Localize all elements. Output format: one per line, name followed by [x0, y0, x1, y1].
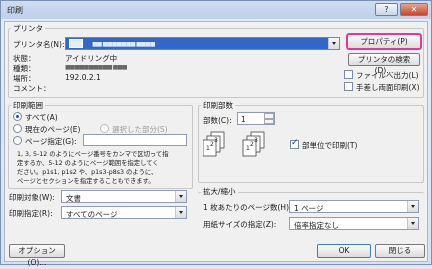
range-pages-radio[interactable] — [13, 136, 22, 145]
status-value: アイドリング中 — [65, 54, 118, 63]
print-what-select[interactable]: 文書 — [61, 190, 187, 203]
printer-name-select[interactable]: ■■ ■■■■■■■ ■■■■ — [65, 37, 340, 50]
printer-group-label: プリンタ — [11, 23, 45, 34]
options-button[interactable]: オプション(O)... — [9, 244, 65, 267]
scale-label: 用紙サイズの指定(Z): — [203, 220, 277, 229]
copies-value: 1 — [241, 115, 246, 124]
copies-group-label: 印刷部数 — [201, 100, 235, 111]
range-all-label: すべて(A) — [25, 113, 58, 122]
printer-name-value: ■■ ■■■■■■■ ■■■■ — [92, 41, 156, 48]
collate-checkbox[interactable] — [290, 138, 299, 149]
range-current-label: 現在のページ(E) — [25, 125, 81, 134]
window-title: 印刷 — [7, 6, 23, 15]
pages-per-sheet-label: 1 枚あたりのページ数(H): — [203, 203, 292, 212]
range-help-text-3: ださい。p1s1, p1s2 や、p1s3-p8s3 のように、 — [17, 169, 158, 176]
copies-input[interactable]: 1 — [237, 112, 275, 125]
chevron-down-icon[interactable] — [328, 38, 339, 49]
manual-duplex-checkbox[interactable] — [344, 82, 353, 91]
spin-down-icon[interactable] — [264, 118, 274, 124]
page-range-input[interactable] — [83, 134, 187, 146]
range-help-text-2: 定するか、5-12 のようにページ範囲を指定してく — [17, 160, 159, 167]
range-all-radio[interactable] — [13, 112, 22, 121]
page-range-group-label: 印刷範囲 — [11, 100, 45, 111]
dialog-content: プリンタ プリンタ名(N): ■■ ■■■■■■■ ■■■■ 状態： アイドリン… — [4, 21, 428, 267]
print-option-value: すべてのページ — [66, 210, 118, 219]
printer-icon — [69, 39, 83, 48]
properties-button[interactable]: プロパティ(P) — [346, 33, 422, 50]
range-current-radio[interactable] — [13, 124, 22, 133]
chevron-down-icon[interactable] — [407, 218, 418, 229]
collate-pages-icon: 123 123 — [203, 131, 265, 157]
find-printer-button[interactable]: プリンタの検索(D)... — [348, 53, 420, 75]
chevron-down-icon[interactable] — [175, 191, 186, 202]
print-to-file-checkbox[interactable] — [344, 70, 353, 79]
title-bar: 印刷 ? ✕ — [1, 1, 431, 19]
range-pages-label: ページ指定(G): — [25, 137, 77, 146]
location-value: 192.0.2.1 — [65, 73, 101, 82]
comment-label: コメント： — [13, 84, 51, 93]
range-selection-radio — [100, 124, 109, 133]
svg-text:3: 3 — [254, 137, 258, 144]
scale-value: 倍率指定なし — [294, 221, 339, 230]
close-window-button[interactable]: ✕ — [400, 3, 428, 16]
print-what-label: 印刷対象(W): — [9, 193, 55, 202]
ok-button[interactable]: OK — [317, 244, 371, 258]
close-button[interactable]: 閉じる — [375, 244, 425, 258]
chevron-down-icon[interactable] — [407, 201, 418, 212]
copies-label: 部数(C): — [203, 116, 232, 125]
zoom-group-label: 拡大/縮小 — [201, 186, 238, 197]
print-option-select[interactable]: すべてのページ — [61, 206, 187, 219]
collate-label: 部単位で印刷(T) — [302, 141, 358, 150]
print-option-label: 印刷指定(R): — [9, 209, 53, 218]
svg-text:3: 3 — [214, 137, 218, 144]
chevron-down-icon[interactable] — [175, 207, 186, 218]
print-what-value: 文書 — [66, 194, 81, 203]
print-to-file-label: ファイルへ出力(L) — [356, 71, 419, 80]
scale-select[interactable]: 倍率指定なし — [289, 217, 419, 230]
pages-per-sheet-value: 1 ページ — [294, 204, 324, 213]
range-help-text-1: 1, 3, 5-12 のようにページ番号をカンマで区切って指 — [17, 151, 169, 158]
manual-duplex-label: 手差し両面印刷(X) — [356, 83, 420, 92]
print-dialog: 印刷 ? ✕ プリンタ プリンタ名(N): ■■ ■■■■■■■ ■■■■ 状態… — [0, 0, 432, 267]
help-button[interactable]: ? — [375, 3, 398, 16]
type-value: ■■■■■■■■■■ ■■■ — [65, 64, 128, 71]
printer-name-label: プリンタ名(N): — [13, 40, 65, 49]
pages-per-sheet-select[interactable]: 1 ページ — [289, 200, 419, 213]
range-help-text-4: ページとセクションを指定することもできます。 — [17, 178, 155, 185]
